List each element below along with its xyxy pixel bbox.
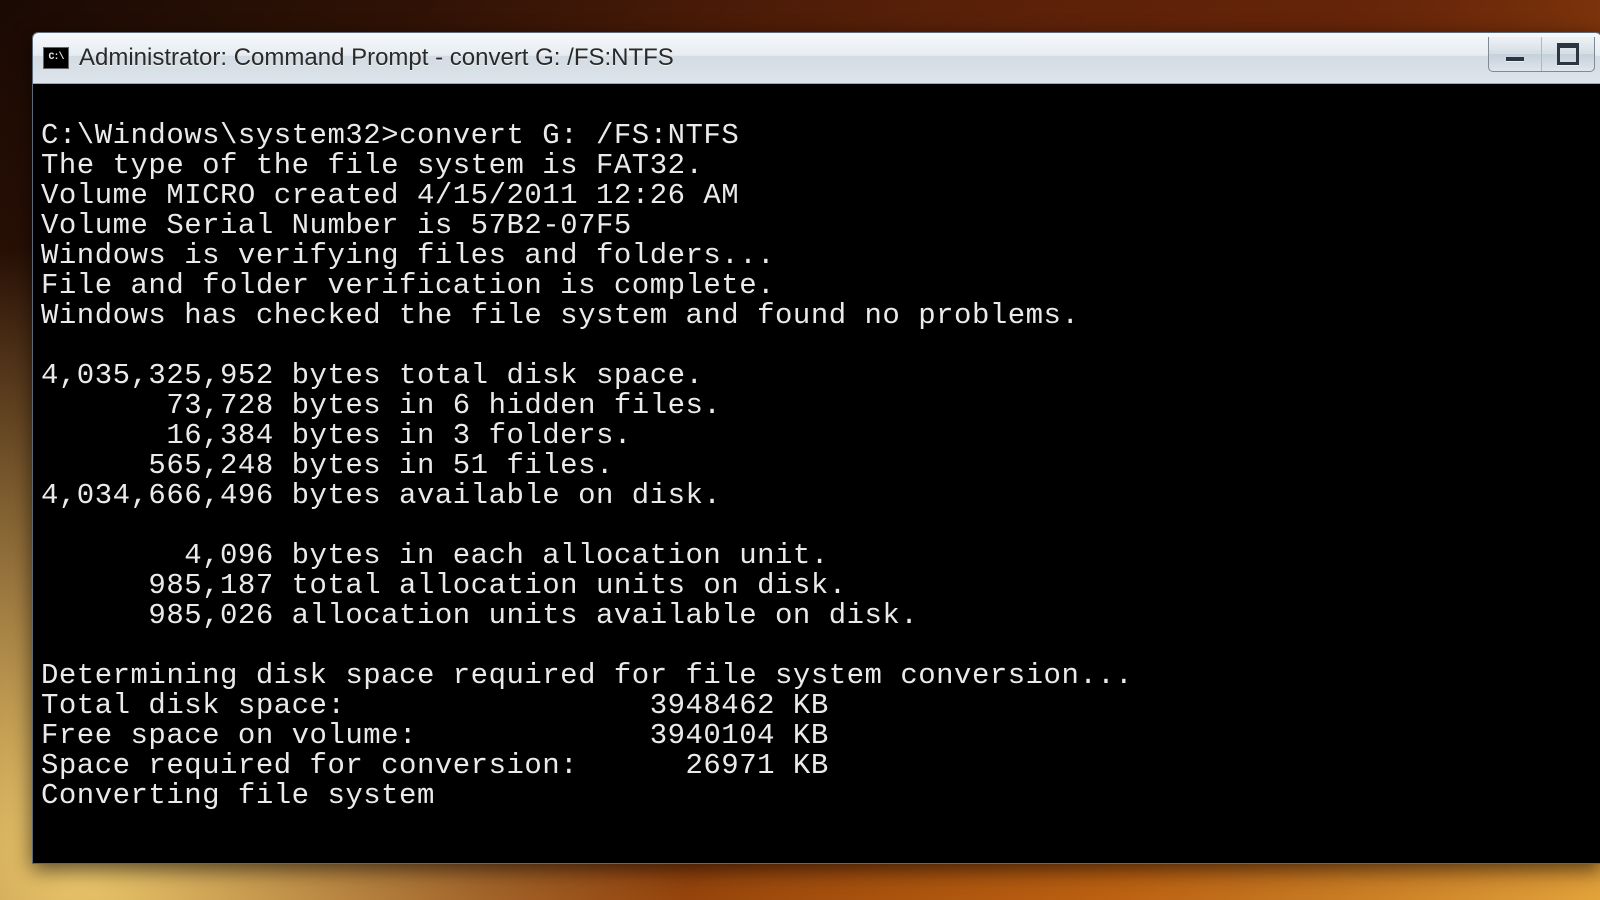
command-prompt-window: C:\ Administrator: Command Prompt - conv… (32, 32, 1600, 864)
maximize-button[interactable] (1541, 37, 1594, 71)
window-controls (1488, 37, 1595, 72)
window-title: Administrator: Command Prompt - convert … (79, 44, 674, 72)
desktop-background: C:\ Administrator: Command Prompt - conv… (0, 0, 1600, 900)
command-prompt-icon: C:\ (43, 47, 69, 69)
minimize-icon (1506, 57, 1524, 61)
console-output-lines: The type of the file system is FAT32. Vo… (41, 149, 1133, 812)
maximize-icon (1557, 43, 1579, 65)
prompt-command: convert G: /FS:NTFS (399, 119, 739, 152)
console-output-area[interactable]: C:\Windows\system32>convert G: /FS:NTFS … (33, 113, 1600, 834)
minimize-button[interactable] (1489, 37, 1541, 71)
prompt-path: C:\Windows\system32> (41, 119, 399, 152)
command-prompt-icon-label: C:\ (48, 53, 63, 63)
window-titlebar[interactable]: C:\ Administrator: Command Prompt - conv… (33, 33, 1600, 84)
